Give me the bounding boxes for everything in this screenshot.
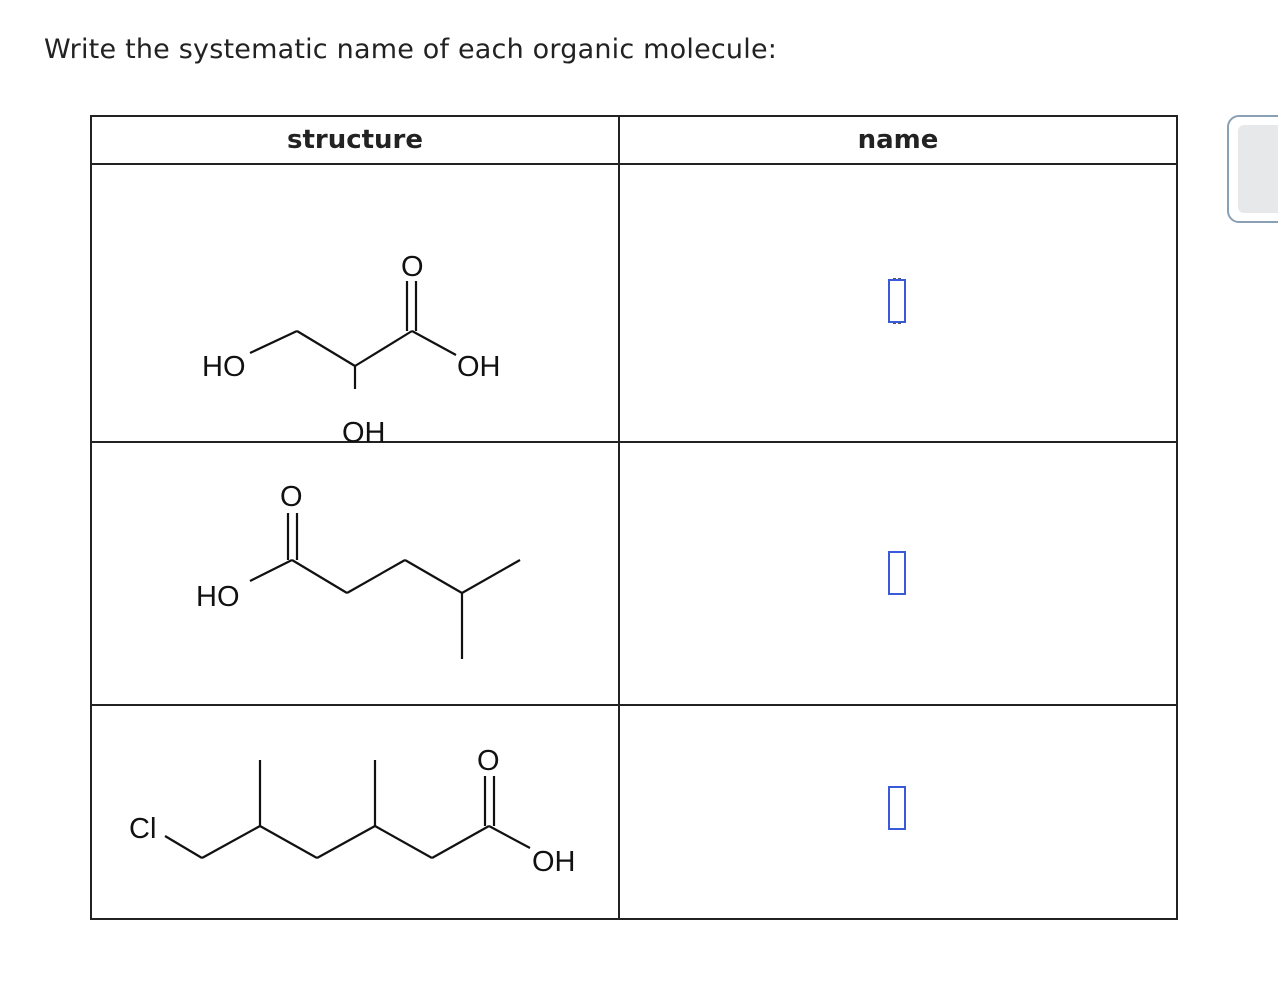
table-row: HO O (90, 441, 1178, 706)
structure-name-table: structure name HO OH OH O HO O Cl O OH (90, 115, 1178, 920)
molecule-structure-2: HO O (196, 481, 521, 659)
bond (404, 559, 463, 594)
table-header-row: structure name (90, 115, 1178, 165)
structure-cell: HO O (90, 441, 620, 706)
molecule-structure-1: HO OH OH O (202, 251, 501, 449)
bond (488, 825, 531, 849)
structure-cell: Cl O OH (90, 704, 620, 920)
bond (259, 825, 318, 859)
bond (296, 330, 356, 367)
bond (374, 825, 433, 859)
oxygen-label: O (401, 251, 424, 283)
name-cell (618, 441, 1178, 706)
bond (291, 559, 348, 594)
hydroxyl-label: HO (196, 581, 240, 613)
bond (249, 559, 293, 582)
structure-cell: HO OH OH O (90, 163, 620, 449)
bond (431, 825, 490, 859)
chlorine-label: Cl (129, 813, 156, 845)
question-prompt: Write the systematic name of each organi… (44, 34, 778, 65)
hydroxyl-label: HO (202, 351, 246, 383)
bond (411, 330, 457, 356)
bond (201, 825, 261, 859)
table-row: Cl O OH (90, 704, 1178, 920)
bond (461, 559, 521, 594)
bond (316, 825, 376, 859)
oxygen-label: O (477, 745, 500, 777)
table-row: HO OH OH O (90, 163, 1178, 449)
name-cell (618, 704, 1178, 920)
hydroxyl-label: OH (457, 351, 501, 383)
side-panel-tab[interactable] (1227, 115, 1278, 223)
structure-column-header: structure (90, 115, 620, 165)
side-panel-tab-inner (1238, 125, 1278, 213)
name-cell (618, 163, 1178, 443)
name-column-header: name (618, 115, 1178, 165)
hydroxyl-label: OH (532, 846, 576, 878)
molecule-structure-3: Cl O OH (129, 745, 576, 878)
oxygen-label: O (280, 481, 303, 513)
bond (249, 330, 298, 354)
bond (346, 559, 406, 594)
name-answer-input[interactable] (888, 278, 906, 324)
bond (164, 835, 203, 859)
name-answer-input[interactable] (888, 551, 906, 595)
name-answer-input[interactable] (888, 786, 906, 830)
bond (354, 330, 413, 367)
